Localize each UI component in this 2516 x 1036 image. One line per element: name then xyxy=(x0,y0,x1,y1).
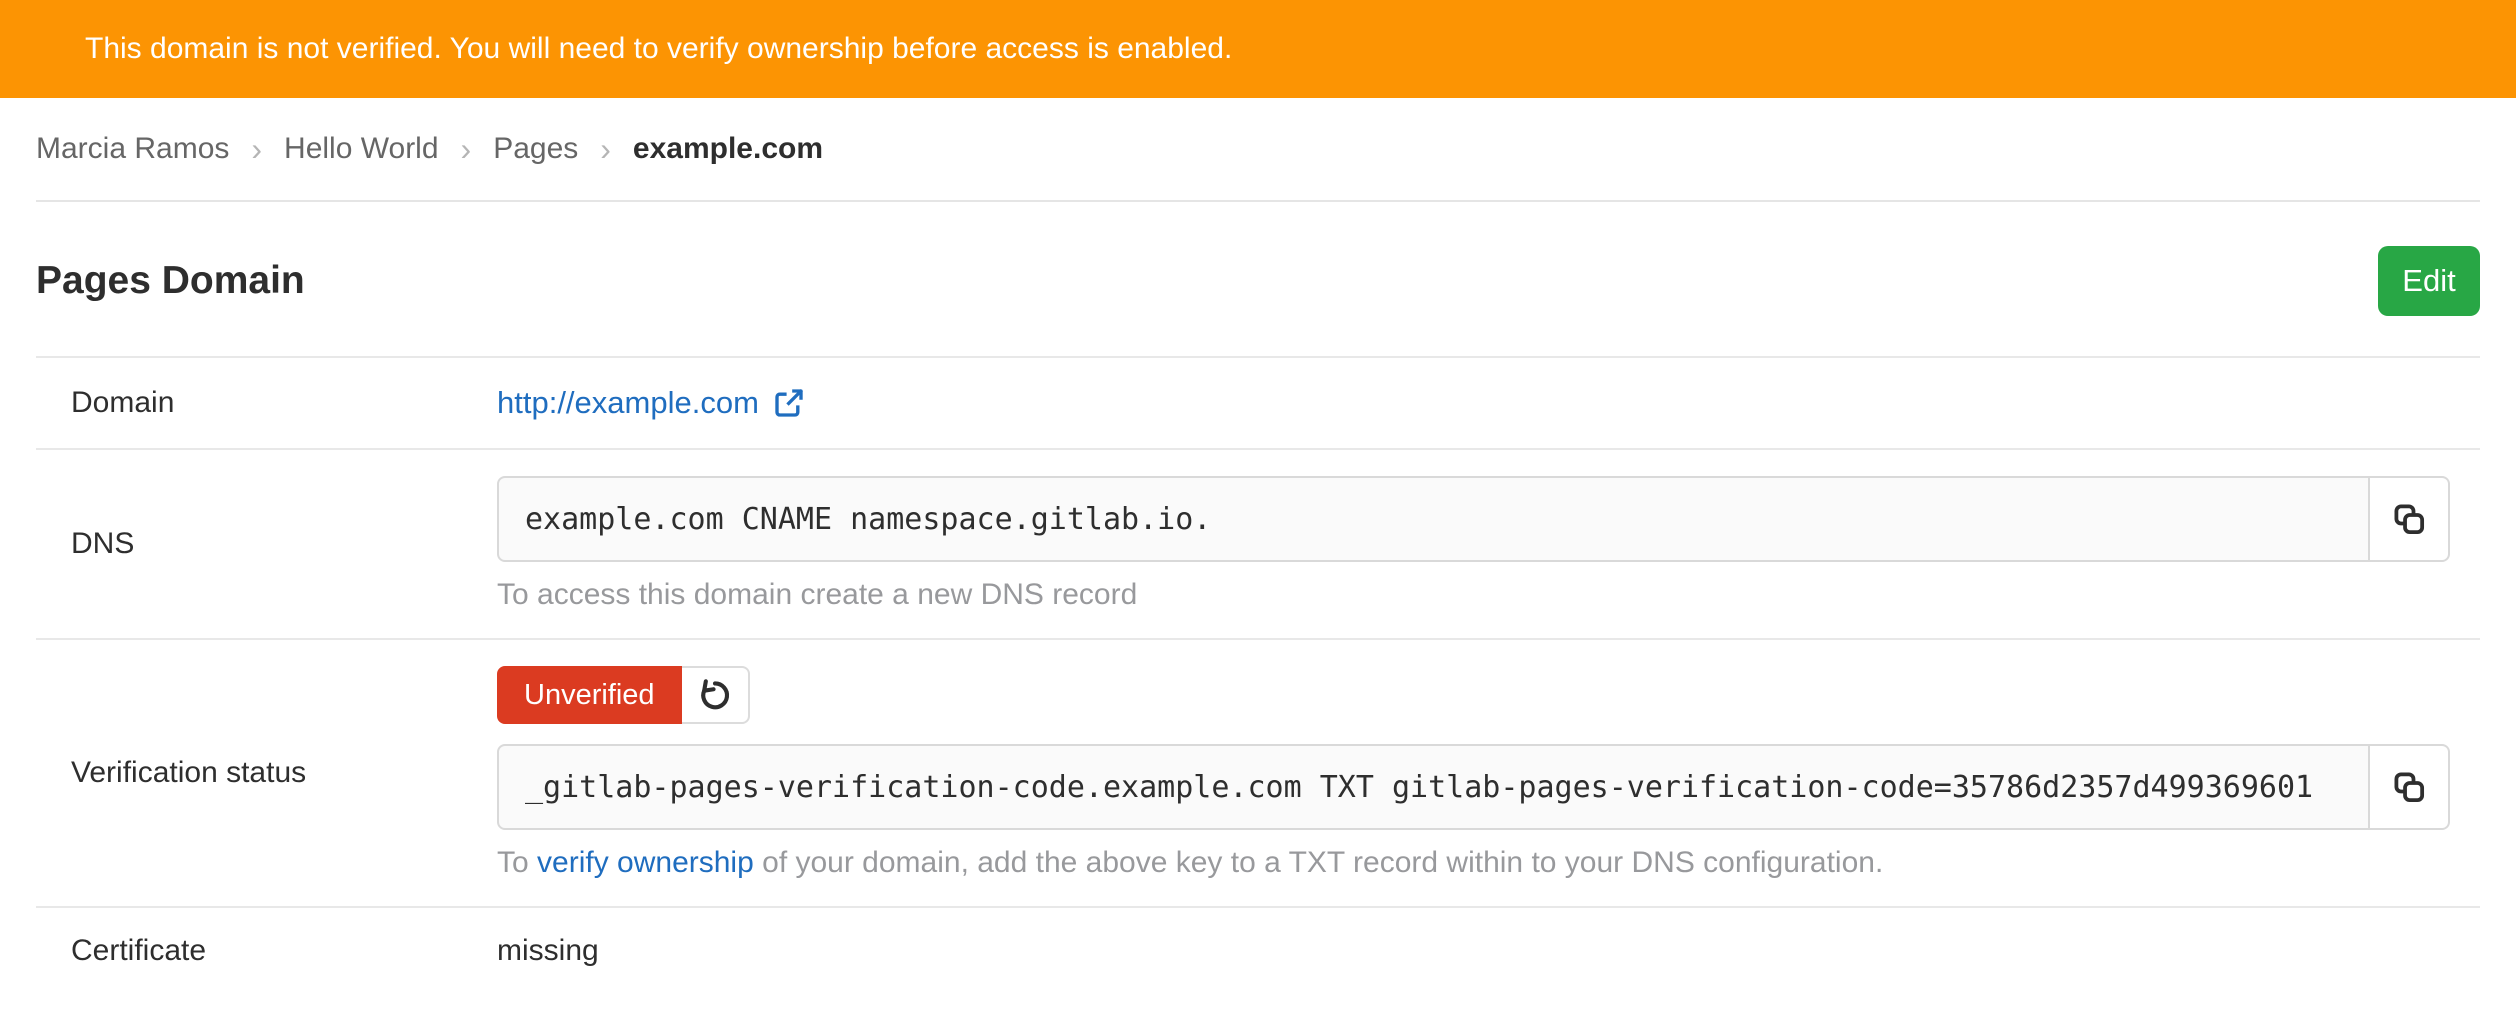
unverified-status-badge: Unverified xyxy=(497,666,682,724)
breadcrumb-separator-icon: › xyxy=(461,131,472,168)
verification-row-label: Verification status xyxy=(36,640,497,906)
retry-icon xyxy=(697,677,733,713)
verification-help-text: To verify ownership of your domain, add … xyxy=(497,846,2450,880)
verification-row-value: Unverified xyxy=(497,640,2480,906)
dns-row-label: DNS xyxy=(36,450,497,638)
copy-to-clipboard-icon xyxy=(2391,501,2427,537)
domain-row-label: Domain xyxy=(36,358,497,448)
edit-button[interactable]: Edit xyxy=(2378,246,2480,316)
verification-help-suffix: of your domain, add the above key to a T… xyxy=(754,846,1884,879)
copy-to-clipboard-icon xyxy=(2391,769,2427,805)
warning-banner: This domain is not verified. You will ne… xyxy=(0,0,2516,98)
page-header: Pages Domain Edit xyxy=(36,202,2480,356)
verify-ownership-link[interactable]: verify ownership xyxy=(537,846,754,879)
table-row-certificate: Certificate missing xyxy=(36,908,2480,994)
domain-link[interactable]: http://example.com xyxy=(497,385,805,421)
certificate-row-label: Certificate xyxy=(36,908,497,994)
breadcrumb-separator-icon: › xyxy=(251,131,262,168)
breadcrumb-separator-icon: › xyxy=(600,131,611,168)
table-row-verification: Verification status Unverified xyxy=(36,640,2480,908)
verification-help-prefix: To xyxy=(497,846,537,879)
breadcrumb-item-user[interactable]: Marcia Ramos xyxy=(36,132,229,166)
dns-help-text: To access this domain create a new DNS r… xyxy=(497,578,2450,612)
retry-verification-button[interactable] xyxy=(682,666,750,724)
external-link-icon xyxy=(773,387,805,419)
dns-record-input[interactable] xyxy=(497,476,2370,562)
page-container: Marcia Ramos › Hello World › Pages › exa… xyxy=(0,98,2516,994)
dns-record-input-group xyxy=(497,476,2450,562)
breadcrumb-item-project[interactable]: Hello World xyxy=(284,132,439,166)
table-row-domain: Domain http://example.com xyxy=(36,358,2480,450)
table-row-dns: DNS To access this domain create a new D… xyxy=(36,450,2480,640)
dns-copy-button[interactable] xyxy=(2370,476,2450,562)
warning-banner-text: This domain is not verified. You will ne… xyxy=(85,32,1232,66)
domain-link-text: http://example.com xyxy=(497,385,759,421)
domain-settings-table: Domain http://example.com DNS xyxy=(36,356,2480,994)
breadcrumb-item-pages[interactable]: Pages xyxy=(493,132,578,166)
verification-code-input[interactable] xyxy=(497,744,2370,830)
verification-badge-group: Unverified xyxy=(497,666,750,724)
verification-code-input-group xyxy=(497,744,2450,830)
certificate-row-value: missing xyxy=(497,908,2480,994)
certificate-status-value: missing xyxy=(497,934,2450,968)
page-title: Pages Domain xyxy=(36,259,305,303)
verification-copy-button[interactable] xyxy=(2370,744,2450,830)
domain-row-value: http://example.com xyxy=(497,358,2480,448)
breadcrumb: Marcia Ramos › Hello World › Pages › exa… xyxy=(36,98,2480,202)
breadcrumb-item-current-domain: example.com xyxy=(633,132,823,166)
dns-row-value: To access this domain create a new DNS r… xyxy=(497,450,2480,638)
